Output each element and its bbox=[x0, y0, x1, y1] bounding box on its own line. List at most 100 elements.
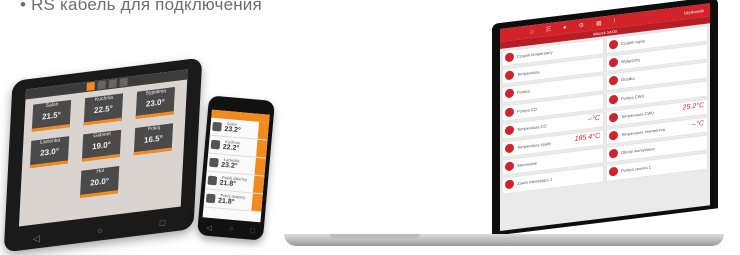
zone-temp: 23.2° bbox=[220, 161, 238, 171]
zone-temp: 19.0° bbox=[91, 139, 112, 152]
zone-status-bar bbox=[256, 139, 268, 158]
zone-name: Hol bbox=[96, 167, 105, 175]
recent-apps-icon[interactable]: □ bbox=[160, 217, 166, 229]
back-icon[interactable]: ◁ bbox=[206, 224, 212, 232]
zone-temp: 22.2° bbox=[222, 143, 240, 153]
module-label: Temperatura CWU bbox=[621, 109, 655, 119]
module-icon bbox=[505, 179, 514, 190]
module-label: Zawór mieszający 1 bbox=[517, 176, 553, 187]
zone-name: Salon bbox=[45, 101, 59, 110]
module-label: Czujnik ognia bbox=[621, 38, 646, 47]
zone-icon bbox=[210, 139, 221, 150]
zone-icon bbox=[212, 121, 222, 132]
module-icon bbox=[609, 75, 618, 87]
module-icon bbox=[609, 112, 618, 123]
module-icon bbox=[609, 94, 618, 105]
module-label: Pompa bbox=[517, 88, 530, 96]
module-icon bbox=[609, 57, 618, 68]
zone-tile[interactable]: Sypialnia 23.0° bbox=[135, 86, 175, 119]
zone-tile[interactable]: Łazienka 23.0° bbox=[29, 136, 70, 169]
settings-icon[interactable]: ⚙ bbox=[579, 22, 584, 30]
module-label: Grzałka bbox=[621, 75, 635, 83]
module-icon bbox=[505, 125, 514, 136]
home-button-icon[interactable]: ○ bbox=[97, 225, 103, 237]
alarm-icon[interactable]: ! bbox=[614, 18, 616, 24]
zone-icon bbox=[207, 175, 218, 186]
settings-icon[interactable] bbox=[107, 79, 117, 89]
home-icon[interactable]: ⌂ bbox=[530, 28, 534, 34]
phone-nav-bar: ◁ ○ □ bbox=[197, 223, 263, 237]
module-label: Sterowanie bbox=[517, 160, 538, 169]
module-label: Temperatura zewnętrzna bbox=[621, 126, 666, 138]
back-icon[interactable]: ◁ bbox=[33, 233, 40, 245]
zone-name: Pokój bbox=[147, 124, 161, 133]
module-label: Temperatura CO bbox=[517, 123, 547, 132]
module-label: Pompa CWU bbox=[621, 92, 645, 101]
account-label[interactable]: Użytkownik bbox=[684, 8, 704, 15]
zone-name: Kuchnia bbox=[94, 94, 114, 103]
phone-screen: Salon 23.2° Kuchnia 22.2° Łazienka 23.2° Po… bbox=[202, 109, 270, 223]
zone-icon bbox=[209, 157, 219, 168]
zone-temp: 22.5° bbox=[93, 103, 113, 116]
module-value: 25.2°C bbox=[682, 101, 704, 112]
module-value: 185.4°C bbox=[574, 132, 600, 143]
zone-tile[interactable]: Gabinet 19.0° bbox=[81, 129, 122, 162]
zone-status-bar bbox=[251, 193, 263, 212]
menu-icon[interactable] bbox=[96, 80, 106, 90]
module-value: --°C bbox=[691, 119, 704, 129]
tablet-screen: Salon 21.5° Kuchnia 22.5° Sypialnia 23.0° Ł… bbox=[18, 69, 188, 227]
zone-status-bar bbox=[252, 175, 265, 194]
zone-temp: 23.2° bbox=[224, 125, 242, 135]
zone-tile[interactable]: Salon 21.5° bbox=[31, 99, 72, 132]
module-icon bbox=[505, 161, 514, 172]
phone-device: Salon 23.2° Kuchnia 22.2° Łazienka 23.2° Po… bbox=[197, 95, 275, 241]
laptop-device: ⌂ ☰ ● ⚙ ▦ ! Użytkownik Wtorek 14:00 Czuj… bbox=[492, 0, 718, 237]
laptop-notch bbox=[330, 234, 420, 238]
module-label: Wyłączony bbox=[621, 56, 641, 65]
tablet-device: Salon 21.5° Kuchnia 22.5° Sypialnia 23.0° Ł… bbox=[3, 57, 203, 253]
zone-temp: 21.8° bbox=[217, 197, 235, 206]
home-button-icon[interactable]: ○ bbox=[229, 226, 234, 234]
module-icon bbox=[609, 39, 618, 50]
laptop-screen: ⌂ ☰ ● ⚙ ▦ ! Użytkownik Wtorek 14:00 Czuj… bbox=[500, 3, 710, 232]
module-icon bbox=[609, 130, 618, 141]
module-icon bbox=[505, 143, 514, 154]
user-icon[interactable]: ● bbox=[563, 24, 567, 30]
module-value: --°C bbox=[587, 114, 600, 124]
module-label: Pompa zaworu 1 bbox=[621, 164, 652, 174]
zone-name: Łazienka bbox=[39, 137, 61, 146]
module-icon bbox=[609, 166, 618, 177]
zone-temp: 21.8° bbox=[219, 179, 237, 189]
module-label: Czujnik temperatury bbox=[517, 49, 553, 59]
zone-temp: 16.5° bbox=[143, 133, 164, 145]
zone-name: Sypialnia bbox=[145, 88, 167, 97]
module-icon bbox=[505, 52, 514, 63]
zone-tile[interactable]: Kuchnia 22.5° bbox=[83, 93, 124, 126]
module-icon bbox=[505, 88, 514, 99]
module-label: Temperatura spalin bbox=[517, 140, 552, 150]
zone-temp: 20.0° bbox=[90, 176, 110, 188]
zone-tile[interactable]: Pokój 16.5° bbox=[133, 123, 174, 156]
tiles-grid: Czujnik temperatury Czujnik ognia Temperat… bbox=[500, 23, 710, 196]
zone-icon bbox=[205, 193, 216, 204]
zone-status-bar bbox=[257, 121, 270, 140]
module-label: Obroty wentylatora bbox=[621, 146, 655, 156]
caption-text: • RS кабель для подключения bbox=[20, 0, 262, 14]
module-icon bbox=[505, 70, 514, 81]
zone-temp: 23.0° bbox=[145, 97, 165, 109]
home-icon[interactable] bbox=[85, 81, 95, 92]
module-label: Temperatura bbox=[517, 69, 540, 78]
zone-temp: 23.0° bbox=[39, 146, 60, 158]
info-icon[interactable] bbox=[118, 77, 128, 87]
zone-name: Gabinet bbox=[93, 130, 111, 140]
menu-icon[interactable]: ☰ bbox=[546, 26, 551, 34]
zone-temp: 21.5° bbox=[41, 110, 62, 122]
zone-status-bar bbox=[254, 157, 266, 176]
module-label: Pompa CO bbox=[517, 106, 537, 114]
module-icon bbox=[505, 106, 514, 117]
zone-tile[interactable]: Hol 20.0° bbox=[79, 165, 120, 198]
recent-apps-icon[interactable]: □ bbox=[250, 228, 255, 236]
phone-zone-row[interactable]: Pokój dzienny 21.8° bbox=[203, 189, 263, 213]
module-icon bbox=[609, 148, 618, 159]
chart-icon[interactable]: ▦ bbox=[596, 20, 602, 28]
